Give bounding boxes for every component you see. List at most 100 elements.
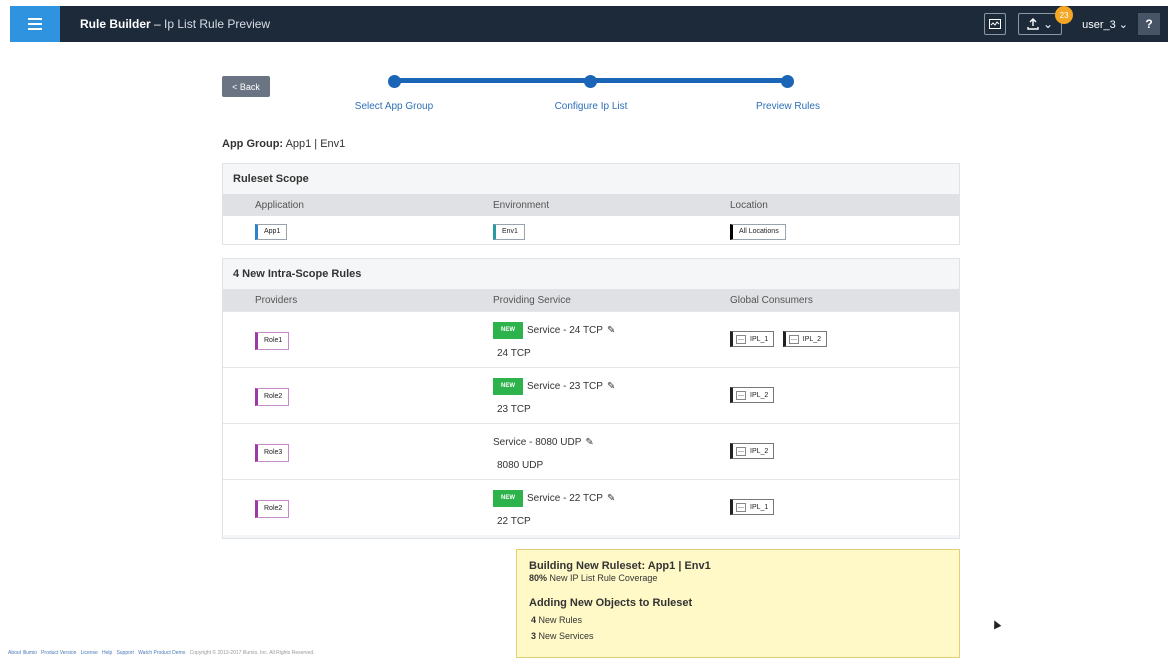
service-cell: Service - 8080 UDP ✎ 8080 UDP	[461, 424, 698, 480]
footer-copyright: Copyright © 2013-2017 Illumio, Inc. All …	[189, 650, 315, 656]
monitor-button[interactable]	[984, 13, 1007, 35]
scope-row: App1 Env1 All Locations	[223, 216, 959, 244]
footer: About Illumio Product Version License He…	[8, 650, 315, 656]
app-group-value: App1 | Env1	[285, 138, 346, 150]
new-badge: NEW	[493, 489, 523, 507]
new-badge: NEW	[493, 321, 523, 339]
summary-title: Building New Ruleset: App1 | Env1	[529, 560, 711, 572]
summary-item: 3 New Services	[529, 631, 947, 641]
summary-item: 4 New Rules	[529, 615, 947, 625]
footer-link-version[interactable]: Product Version	[41, 650, 76, 656]
coverage-percent: 80%	[529, 573, 548, 583]
ip-list-icon	[736, 446, 746, 456]
ip-list-name: IPL_1	[750, 335, 769, 343]
ip-list-icon	[736, 390, 746, 400]
footer-link-license[interactable]: License	[81, 650, 98, 656]
step-configure-ip-list[interactable]: Configure Ip List	[521, 101, 661, 112]
footer-link-support[interactable]: Support	[116, 650, 134, 656]
intra-scope-rules-panel: 4 New Intra-Scope Rules Providers Provid…	[222, 258, 960, 539]
hamburger-menu-button[interactable]	[10, 6, 60, 42]
ip-list-icon	[736, 334, 746, 344]
rule-row: Role2 NEW Service - 22 TCP ✎ 22 TCP IPL_1	[223, 479, 959, 535]
rule-row: Role1 NEW Service - 24 TCP ✎ 24 TCP IPL_1 …	[223, 311, 959, 367]
upload-menu-button[interactable]: ⌄ 23	[1018, 6, 1074, 35]
header-location: Location	[730, 199, 768, 211]
top-navigation-bar: Rule Builder – Ip List Rule Preview ⌄ 23…	[10, 6, 1168, 42]
upload-icon	[1027, 18, 1039, 30]
ip-list-name: IPL_1	[750, 503, 769, 511]
scope-header-row: Application Environment Location	[223, 194, 959, 216]
step-select-app-group[interactable]: Select App Group	[324, 101, 464, 112]
top-right-controls: ⌄ 23 user_3 ⌄ ?	[984, 6, 1168, 42]
back-button[interactable]: < Back	[222, 76, 270, 97]
environment-label-chip: Env1	[493, 223, 525, 240]
footer-link-about[interactable]: About Illumio	[8, 650, 37, 656]
footer-link-demo[interactable]: Watch Product Demo	[138, 650, 185, 656]
app-group-heading: App Group: App1 | Env1	[222, 138, 345, 150]
user-name: user_3	[1082, 18, 1116, 31]
ip-list-name: IPL_2	[750, 391, 769, 399]
ruleset-scope-title: Ruleset Scope	[233, 173, 309, 185]
step-preview-rules[interactable]: Preview Rules	[718, 101, 858, 112]
app-name: Rule Builder	[80, 17, 151, 31]
ip-list-name: IPL_2	[802, 335, 822, 343]
new-badge: NEW	[493, 377, 523, 395]
service-cell: NEW Service - 22 TCP ✎ 22 TCP	[461, 480, 698, 536]
adding-objects-title: Adding New Objects to Ruleset	[529, 597, 693, 609]
step-3-dot	[781, 75, 794, 88]
header-providers: Providers	[255, 294, 298, 306]
provider-role-chip: Role2	[255, 387, 290, 406]
title-separator: –	[150, 17, 165, 31]
application-label-chip: App1	[255, 223, 288, 240]
location-label-chip: All Locations	[730, 223, 786, 240]
notification-badge: 23	[1055, 6, 1074, 24]
pencil-icon[interactable]: ✎	[607, 381, 615, 392]
page-title: Rule Builder – Ip List Rule Preview	[80, 17, 270, 31]
header-application: Application	[255, 199, 304, 211]
service-port: 8080 UDP	[497, 460, 544, 471]
coverage-text: 80% New IP List Rule Coverage	[529, 573, 947, 583]
pencil-icon[interactable]: ✎	[607, 493, 615, 504]
help-button[interactable]: ?	[1138, 13, 1160, 35]
service-name: Service - 22 TCP	[527, 492, 603, 504]
step-2-dot	[584, 75, 597, 88]
app-group-label: App Group:	[222, 138, 284, 150]
service-port: 22 TCP	[497, 516, 531, 527]
coverage-label: New IP List Rule Coverage	[547, 573, 658, 583]
provider-role-chip: Role3	[255, 443, 290, 462]
ip-list-icon	[736, 502, 746, 512]
ip-list-chip: IPL_2	[730, 387, 775, 403]
header-providing-service: Providing Service	[493, 294, 571, 306]
pencil-icon[interactable]: ✎	[585, 437, 593, 448]
ruleset-scope-panel: Ruleset Scope Application Environment Lo…	[222, 163, 960, 245]
service-name: Service - 8080 UDP	[493, 436, 582, 448]
user-chevron-icon: ⌄	[1118, 18, 1128, 31]
service-port: 23 TCP	[497, 404, 531, 415]
header-global-consumers: Global Consumers	[730, 294, 813, 306]
header-environment: Environment	[493, 199, 550, 211]
ip-list-chip: IPL_1	[730, 499, 775, 515]
ip-list-name: IPL_2	[750, 447, 769, 455]
ip-list-chip: IPL_1	[730, 331, 775, 347]
rules-header-row: Providers Providing Service Global Consu…	[223, 289, 959, 311]
service-name: Service - 23 TCP	[527, 380, 603, 392]
rule-row: Role3 Service - 8080 UDP ✎ 8080 UDP IPL_2	[223, 423, 959, 479]
provider-role-chip: Role2	[255, 499, 290, 518]
summary-label: New Services	[536, 631, 594, 641]
ruleset-summary-panel: Building New Ruleset: App1 | Env1 80% Ne…	[516, 549, 960, 658]
service-port: 24 TCP	[497, 348, 531, 359]
rule-row: Role2 NEW Service - 23 TCP ✎ 23 TCP IPL_2	[223, 367, 959, 423]
pencil-icon[interactable]: ✎	[607, 325, 615, 336]
summary-label: New Rules	[536, 615, 583, 625]
page-name: Ip List Rule Preview	[164, 17, 271, 31]
footer-link-help[interactable]: Help	[102, 650, 112, 656]
monitor-icon	[989, 19, 1002, 29]
rules-title: 4 New Intra-Scope Rules	[233, 268, 362, 280]
service-name: Service - 24 TCP	[527, 324, 603, 336]
ip-list-chip: IPL_2	[730, 443, 775, 459]
ip-list-icon	[788, 334, 799, 344]
step-1-dot	[388, 75, 401, 88]
ip-list-chip: IPL_2	[782, 331, 828, 347]
user-menu[interactable]: user_3 ⌄	[1082, 18, 1128, 31]
mouse-cursor-icon	[990, 618, 1002, 630]
